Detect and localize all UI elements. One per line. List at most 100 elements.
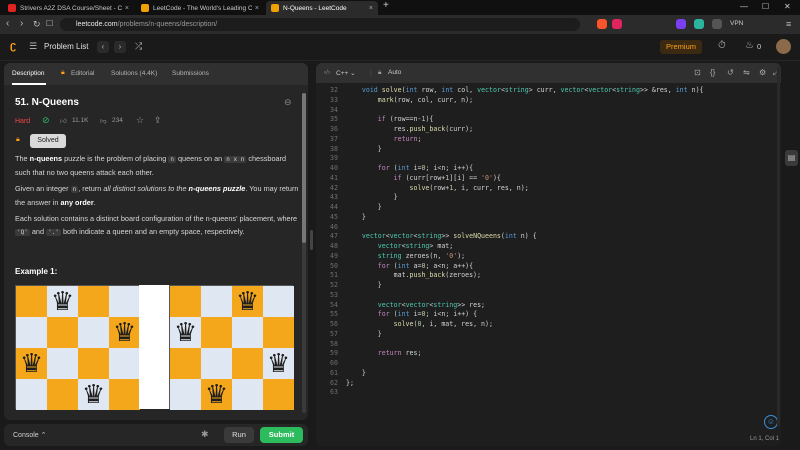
code-line[interactable]: 62}; — [316, 379, 781, 389]
code-line[interactable]: 45 } — [316, 213, 781, 223]
lock-icon: 🔒︎ — [61, 69, 65, 76]
dislike-icon[interactable]: 👎︎ — [100, 117, 107, 125]
tab-close-icon[interactable]: × — [369, 5, 373, 12]
code-line[interactable]: 59 return res; — [316, 349, 781, 359]
reload-icon[interactable]: ↻ — [33, 19, 41, 29]
brave-rewards-icon[interactable] — [612, 19, 622, 29]
window-close-button[interactable]: ✕ — [784, 2, 791, 11]
new-tab-button[interactable]: + — [383, 0, 389, 11]
extension-icon[interactable] — [694, 19, 704, 29]
debug-icon[interactable]: ✱ — [201, 429, 209, 440]
language-select[interactable]: C++ ⌄ — [336, 69, 356, 77]
back-icon[interactable]: ‹ — [6, 19, 9, 29]
code-line[interactable]: 46 — [316, 223, 781, 233]
dislike-count: 234 — [112, 117, 123, 124]
extension-icon[interactable] — [676, 19, 686, 29]
avatar[interactable] — [776, 39, 791, 54]
menu-icon[interactable]: ≡ — [786, 19, 791, 29]
settings-gear-icon[interactable]: ⚙ — [759, 68, 766, 77]
brave-shield-icon[interactable] — [597, 19, 607, 29]
scrollbar-thumb[interactable] — [302, 93, 306, 243]
code-text: } — [346, 212, 366, 221]
code-line[interactable]: 33 mark(row, col, curr, n); — [316, 96, 781, 106]
queen-icon: ♛ — [204, 379, 229, 410]
code-line[interactable]: 48 vector<string> mat; — [316, 242, 781, 252]
board-cell — [170, 286, 201, 317]
code-line[interactable]: 43 } — [316, 193, 781, 203]
forward-icon[interactable]: › — [20, 19, 23, 29]
editor-scrollbar[interactable] — [777, 66, 780, 426]
code-line[interactable]: 60 — [316, 359, 781, 369]
star-icon[interactable]: ☆ — [136, 115, 144, 126]
run-button[interactable]: Run — [224, 427, 254, 443]
code-line[interactable]: 58 — [316, 340, 781, 350]
code-line[interactable]: 34 — [316, 106, 781, 116]
code-line[interactable]: 61 } — [316, 369, 781, 379]
reset-icon[interactable]: ↺ — [727, 68, 734, 77]
shortcut-icon[interactable]: ⇋ — [743, 68, 750, 77]
browser-tab-striver[interactable]: Strivers A2Z DSA Course/Sheet - Crac × — [3, 1, 134, 15]
share-icon[interactable]: ⇪ — [154, 115, 162, 126]
code-line[interactable]: 53 — [316, 291, 781, 301]
code-line[interactable]: 52 } — [316, 281, 781, 291]
code-line[interactable]: 39 — [316, 154, 781, 164]
format-braces-icon[interactable]: {} — [710, 68, 715, 77]
code-line[interactable]: 41 if (curr[row+1][i] == '0'){ — [316, 174, 781, 184]
shuffle-icon[interactable]: ⤮ — [135, 41, 142, 52]
bookmark-icon[interactable]: ⊡ — [694, 68, 701, 77]
code-line[interactable]: 32 void solve(int row, int col, vector<s… — [316, 86, 781, 96]
next-problem-button[interactable]: › — [114, 41, 126, 53]
problem-list-icon[interactable]: ☰ — [29, 41, 37, 52]
browser-tab-leetcode-home[interactable]: LeetCode - The World's Leading Onlin × — [136, 1, 264, 15]
submit-button[interactable]: Submit — [260, 427, 303, 443]
timer-icon[interactable]: ⏱ — [718, 40, 726, 51]
code-line[interactable]: 44 } — [316, 203, 781, 213]
premium-button[interactable]: Premium — [660, 40, 702, 54]
code-line[interactable]: 57 } — [316, 330, 781, 340]
prev-problem-button[interactable]: ‹ — [97, 41, 109, 53]
bookmark-icon[interactable]: ☐ — [46, 19, 53, 29]
wallet-icon[interactable] — [712, 19, 722, 29]
browser-tab-n-queens[interactable]: N-Queens - LeetCode × — [266, 1, 378, 15]
more-options-icon[interactable]: ⊖ — [284, 97, 292, 108]
panel-tabs: Description 🔒︎ Editorial Solutions (4.4K… — [4, 63, 308, 85]
console-toggle[interactable]: Console ⌃ — [13, 431, 47, 439]
code-line[interactable]: 63 — [316, 388, 781, 398]
code-line[interactable]: 36 res.push_back(curr); — [316, 125, 781, 135]
window-minimize-button[interactable]: — — [740, 2, 748, 11]
board-cell — [232, 317, 263, 348]
code-line[interactable]: 55 for (int i=0; i<n; i++) { — [316, 310, 781, 320]
queen-icon: ♛ — [173, 317, 198, 348]
tab-editorial[interactable]: Editorial — [71, 70, 94, 77]
code-line[interactable]: 38 } — [316, 145, 781, 155]
code-line[interactable]: 54 vector<vector<string>> res; — [316, 301, 781, 311]
streak-fire-icon[interactable]: ♨ — [745, 40, 754, 51]
auto-mode-toggle[interactable]: Auto — [388, 69, 401, 76]
tab-description[interactable]: Description — [12, 70, 45, 77]
code-line[interactable]: 56 solve(0, i, mat, res, n); — [316, 320, 781, 330]
ai-assistant-icon[interactable]: ☺ — [764, 415, 778, 429]
panel-resize-handle[interactable] — [310, 230, 313, 250]
code-line[interactable]: 47 vector<vector<string>> solveNQueens(i… — [316, 232, 781, 242]
code-line[interactable]: 37 return; — [316, 135, 781, 145]
vpn-button[interactable]: VPN — [730, 20, 743, 27]
tab-submissions[interactable]: Submissions — [172, 70, 209, 77]
leetcode-logo-icon[interactable]: ʗ — [10, 40, 16, 52]
tab-solutions[interactable]: Solutions (4.4K) — [111, 70, 157, 77]
tab-close-icon[interactable]: × — [255, 5, 259, 12]
tab-close-icon[interactable]: × — [125, 5, 129, 12]
board-cell — [201, 286, 232, 317]
code-line[interactable]: 42 solve(row+1, i, curr, res, n); — [316, 184, 781, 194]
line-number: 50 — [330, 261, 338, 270]
window-maximize-button[interactable]: ☐ — [762, 2, 769, 11]
code-line[interactable]: 51 mat.push_back(zeroes); — [316, 271, 781, 281]
url-field[interactable]: leetcode.com/problems/n-queens/descripti… — [60, 18, 580, 31]
notes-icon[interactable]: ▤ — [785, 150, 798, 166]
code-line[interactable]: 35 if (row==n-1){ — [316, 115, 781, 125]
code-line[interactable]: 40 for (int i=0; i<n; i++){ — [316, 164, 781, 174]
code-line[interactable]: 50 for (int a=0; a<n; a++){ — [316, 262, 781, 272]
like-icon[interactable]: 👍︎ — [60, 117, 67, 125]
solved-check-icon[interactable]: ⊘ — [42, 115, 50, 126]
code-line[interactable]: 49 string zeroes(n, '0'); — [316, 252, 781, 262]
problem-list-link[interactable]: Problem List — [44, 42, 88, 51]
